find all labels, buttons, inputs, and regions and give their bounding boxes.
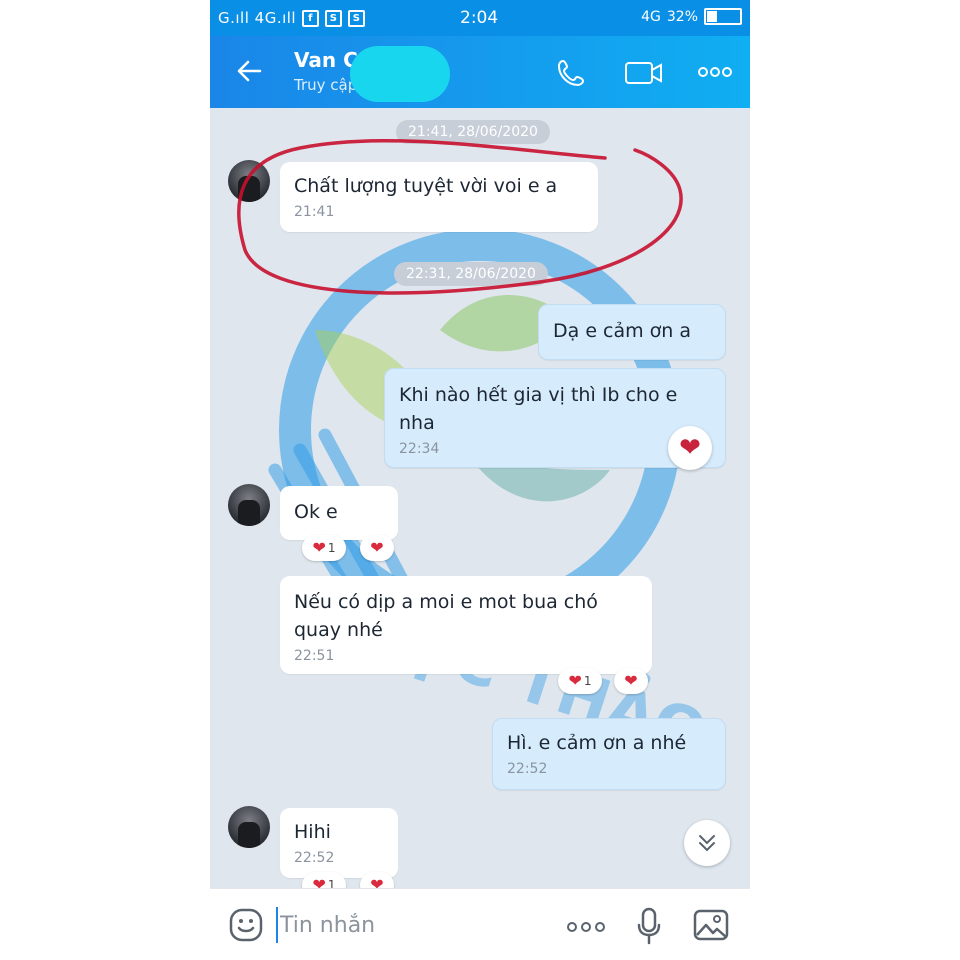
contact-status: Truy cập (294, 76, 358, 94)
add-reaction-button[interactable]: ❤ (614, 668, 648, 694)
s-app-icon: S (325, 9, 343, 27)
phone-call-icon[interactable] (554, 56, 588, 94)
phone-screen: G.ıll 4G.ıll f S S 2:04 4G 32% Van C Tru… (210, 0, 750, 960)
signal-indicator: G.ıll 4G.ıll (218, 9, 297, 27)
facebook-icon: f (302, 9, 320, 27)
message-time: 21:41 (294, 204, 335, 220)
status-left: G.ıll 4G.ıll f S S (218, 9, 366, 27)
heart-icon: ❤ (312, 538, 326, 557)
message-text: Hì. e cảm ơn a nhé (507, 732, 687, 754)
message-text: Nếu có dịp a moi e mot bua chó quay nhé (294, 591, 598, 641)
message-bubble[interactable]: Hì. e cảm ơn a nhé 22:52 (492, 718, 726, 790)
image-gallery-icon[interactable] (692, 907, 730, 947)
avatar[interactable] (228, 160, 270, 202)
message-time: 22:34 (399, 441, 440, 457)
status-time: 2:04 (460, 8, 499, 28)
message-text: Khi nào hết gia vị thì Ib cho e nha (399, 384, 678, 434)
heart-icon: ❤ (568, 671, 582, 690)
message-time: 22:52 (294, 850, 335, 866)
emoji-icon[interactable] (228, 907, 264, 947)
microphone-icon[interactable] (636, 907, 662, 949)
add-reaction-button[interactable]: ❤ (360, 535, 394, 561)
message-input[interactable] (276, 907, 482, 943)
avatar[interactable] (228, 484, 270, 526)
contact-name[interactable]: Van C (294, 48, 358, 72)
message-bubble[interactable]: Ok e (280, 486, 398, 540)
message-text: Dạ e cảm ơn a (553, 320, 692, 342)
status-right: 4G 32% (641, 8, 742, 25)
message-time: 22:51 (294, 648, 335, 664)
network-indicator: 4G (641, 8, 661, 25)
status-bar: G.ıll 4G.ıll f S S 2:04 4G 32% (210, 0, 750, 36)
chat-timestamp: 22:31, 28/06/2020 (394, 262, 548, 286)
reaction-count: 1 (327, 541, 336, 555)
chat-header: Van C Truy cập (210, 36, 750, 108)
battery-percent: 32% (666, 8, 698, 25)
video-call-icon[interactable] (624, 56, 664, 94)
scroll-down-button[interactable] (684, 820, 730, 866)
message-text: Chất lượng tuyệt vời voi e a (294, 175, 558, 197)
redaction-blob (350, 46, 450, 102)
message-bubble[interactable]: Chất lượng tuyệt vời voi e a 21:41 (280, 162, 598, 232)
back-arrow-icon[interactable] (234, 56, 264, 92)
double-chevron-down-icon (699, 835, 715, 852)
heart-icon: ❤ (370, 538, 384, 557)
avatar[interactable] (228, 806, 270, 848)
reaction-badge[interactable]: ❤ 1 (302, 535, 346, 561)
heart-icon: ❤ (624, 671, 638, 690)
reaction-badge[interactable]: ❤ 1 (558, 668, 602, 694)
reaction-count: 1 (583, 674, 592, 688)
message-input-bar (210, 888, 750, 960)
heart-reaction-icon[interactable]: ❤ (668, 426, 712, 470)
message-text: Ok e (294, 501, 338, 523)
chat-timestamp: 21:41, 28/06/2020 (396, 120, 550, 144)
message-text: Hihi (294, 821, 331, 843)
message-bubble[interactable]: Dạ e cảm ơn a (538, 304, 726, 360)
message-bubble[interactable]: Hihi 22:52 (280, 808, 398, 878)
battery-icon (704, 8, 742, 25)
more-actions-icon[interactable] (566, 919, 606, 938)
message-time: 22:52 (507, 761, 548, 777)
s-app-icon: S (348, 9, 366, 27)
message-bubble[interactable]: Nếu có dịp a moi e mot bua chó quay nhé … (280, 576, 652, 674)
more-options-icon[interactable] (698, 64, 732, 83)
